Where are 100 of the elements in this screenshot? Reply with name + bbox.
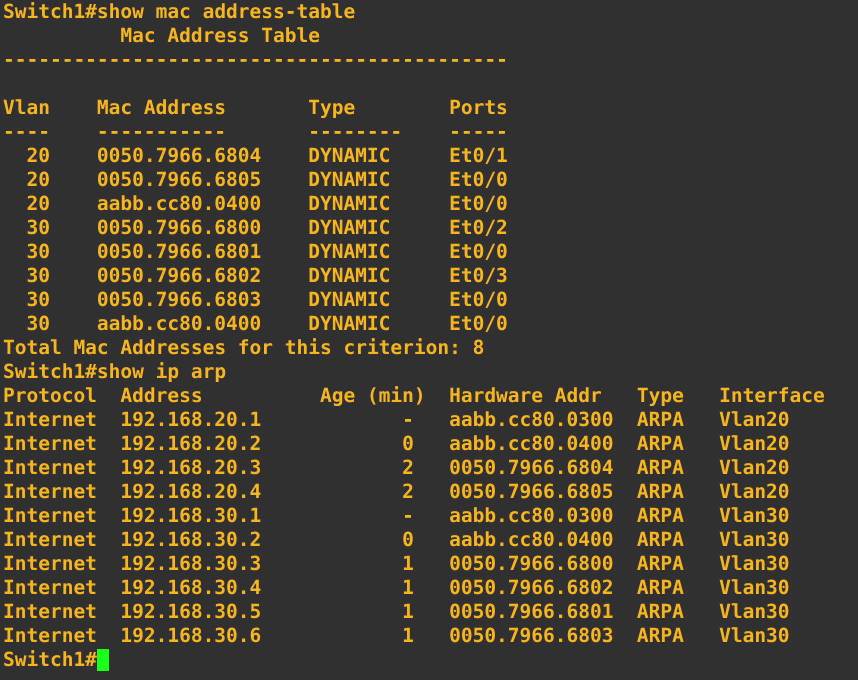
table-cell: Et0/0 [449, 240, 508, 264]
table-cell-text: aabb.cc80.0300 [449, 504, 614, 528]
table-cell-text: 0050.7966.6804 [96, 144, 262, 168]
table-cell: Et0/0 [449, 288, 508, 312]
column-header: Protocol [3, 384, 98, 408]
table-cell-text: 0050.7966.6801 [449, 600, 614, 624]
separator-line: ------------------------------------------- [3, 48, 508, 72]
table-cell-text: Internet [3, 504, 98, 528]
table-cell-text: 30 [25, 312, 51, 336]
column-header: Interface [719, 384, 825, 408]
table-cell-text: DYNAMIC [308, 168, 392, 192]
table-cell-text: 0050.7966.6801 [96, 240, 262, 264]
table-cell: Vlan30 [719, 528, 790, 552]
table-cell: Vlan20 [719, 432, 790, 456]
table-cell-text: 0050.7966.6805 [449, 480, 614, 504]
table-cell-text: 192.168.20.1 [120, 408, 262, 432]
table-cell: Et0/1 [449, 144, 508, 168]
table-cell-text: 0050.7966.6804 [449, 456, 614, 480]
table-cell-text: aabb.cc80.0300 [449, 408, 614, 432]
table-cell: Et0/2 [449, 216, 508, 240]
table-cell: Vlan30 [719, 504, 790, 528]
table-cell-text: 20 [25, 144, 51, 168]
column-header: Mac Address [96, 96, 228, 120]
table-cell-text: 192.168.20.4 [120, 480, 262, 504]
table-cell: Et0/3 [449, 264, 508, 288]
table-cell: Vlan30 [719, 552, 790, 576]
table-cell-text: DYNAMIC [308, 144, 392, 168]
table-cell-text: 192.168.30.3 [120, 552, 262, 576]
table-cell: Et0/0 [449, 192, 508, 216]
command-line: Switch1#show ip arp [3, 360, 226, 384]
table-cell-text: 20 [25, 192, 51, 216]
table-cell-text: DYNAMIC [308, 216, 392, 240]
table-cell-text: ARPA [636, 624, 685, 648]
table-cell-text: 0 [401, 528, 415, 552]
table-cell-text: 0050.7966.6805 [96, 168, 262, 192]
column-underline: -------- [308, 120, 404, 144]
table-cell-text: Internet [3, 480, 98, 504]
table-cell-text: ARPA [636, 480, 685, 504]
column-header: Type [636, 384, 685, 408]
table-cell-text: 192.168.30.4 [120, 576, 262, 600]
table-cell-text: - [401, 504, 415, 528]
table-cell-text: ARPA [636, 456, 685, 480]
table-cell-text: aabb.cc80.0400 [96, 192, 262, 216]
table-cell-text: 0050.7966.6803 [96, 288, 262, 312]
table-cell-text: aabb.cc80.0400 [449, 528, 614, 552]
table-cell: Vlan30 [719, 600, 790, 624]
column-header: Ports [449, 96, 508, 120]
column-header: Age (min) [320, 384, 427, 408]
table-cell-text: Internet [3, 456, 98, 480]
table-cell-text: Internet [3, 600, 98, 624]
table-cell-text: DYNAMIC [308, 192, 392, 216]
column-header: Vlan [3, 96, 51, 120]
table-cell-text: - [401, 408, 415, 432]
table-cell-text: Internet [3, 528, 98, 552]
table-cell-text: 0050.7966.6803 [449, 624, 614, 648]
table-cell-text: 192.168.30.5 [120, 600, 262, 624]
table-cell-text: 30 [25, 240, 51, 264]
table-cell-text: DYNAMIC [308, 240, 392, 264]
table-cell-text: 192.168.20.3 [120, 456, 262, 480]
table-cell: Vlan20 [719, 408, 790, 432]
command-prompt: Switch1# [3, 648, 97, 672]
table-cell-text: Internet [3, 552, 98, 576]
column-underline: ----- [449, 120, 508, 144]
table-cell-text: 2 [401, 456, 415, 480]
table-cell-text: ARPA [636, 432, 685, 456]
table-cell-text: 2 [401, 480, 415, 504]
table-cell: Et0/0 [449, 168, 508, 192]
table-cell-text: Internet [3, 576, 98, 600]
table-cell-text: 0050.7966.6800 [449, 552, 614, 576]
table-cell-text: Internet [3, 408, 98, 432]
table-cell-text: 192.168.30.6 [120, 624, 262, 648]
column-underline: ---- [3, 120, 51, 144]
column-header: Address [120, 384, 204, 408]
table-cell-text: 0 [401, 432, 415, 456]
table-cell-text: DYNAMIC [308, 312, 392, 336]
table-cell-text: 30 [25, 264, 51, 288]
table-cell-text: 1 [401, 552, 415, 576]
column-header: Hardware Addr [449, 384, 603, 408]
table-cell-text: Internet [3, 624, 98, 648]
table-cell-text: 0050.7966.6802 [449, 576, 614, 600]
table-title: Mac Address Table [119, 24, 320, 48]
table-cell-text: 30 [25, 216, 51, 240]
table-cell-text: DYNAMIC [308, 264, 392, 288]
table-cell-text: 0050.7966.6802 [96, 264, 262, 288]
table-cell-text: aabb.cc80.0400 [449, 432, 614, 456]
table-cell: Et0/0 [449, 312, 508, 336]
table-cell-text: ARPA [636, 504, 685, 528]
table-cell-text: ARPA [636, 528, 685, 552]
table-cell-text: 192.168.30.2 [120, 528, 262, 552]
table-cell-text: ARPA [636, 408, 685, 432]
table-cell-text: DYNAMIC [308, 288, 392, 312]
table-cell: Vlan30 [719, 624, 790, 648]
table-cell-text: ARPA [636, 552, 685, 576]
table-cell-text: aabb.cc80.0400 [96, 312, 262, 336]
table-cell-text: Internet [3, 432, 98, 456]
summary-text: Total Mac Addresses for this criterion: 8 [3, 336, 484, 360]
table-cell-text: 192.168.20.2 [120, 432, 262, 456]
table-cell: Vlan30 [719, 576, 790, 600]
column-underline: ----------- [96, 120, 228, 144]
table-cell-text: ARPA [636, 576, 685, 600]
